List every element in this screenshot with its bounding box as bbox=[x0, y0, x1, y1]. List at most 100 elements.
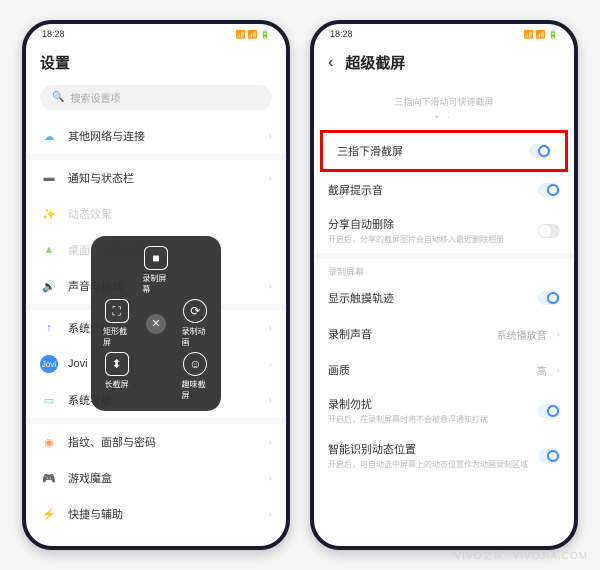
screenshot-settings: 三指向下滑动可快速截屏 • · 三指下滑截屏 截屏提示音 分享自动删除 开启后，… bbox=[314, 81, 574, 546]
chevron-icon: › bbox=[269, 281, 272, 292]
overlay-record-screen[interactable]: ■ 录制屏幕 bbox=[142, 246, 169, 295]
row-smart-detect[interactable]: 智能识别动态位置 开启后，可自动选中屏幕上的动态位置作为动画录制区域 bbox=[314, 433, 574, 478]
row-effects[interactable]: ✨ 动态效果 bbox=[26, 196, 286, 232]
row-notification[interactable]: ▬ 通知与状态栏 › bbox=[26, 160, 286, 196]
status-icons: 📶 📶 🔋 bbox=[524, 30, 558, 39]
overlay-label: 长截屏 bbox=[105, 379, 129, 390]
search-placeholder: 搜索设置项 bbox=[70, 90, 120, 105]
chevron-icon: › bbox=[269, 131, 272, 142]
row-sublabel: 开启后，可自动选中屏幕上的动态位置作为动画录制区域 bbox=[328, 459, 528, 470]
row-label: 截屏提示音 bbox=[328, 182, 528, 198]
bar-icon: ▬ bbox=[40, 169, 58, 187]
nav-icon: ▭ bbox=[40, 391, 58, 409]
chevron-icon: › bbox=[269, 437, 272, 448]
chevron-icon: › bbox=[269, 395, 272, 406]
jovi-icon: Jovi bbox=[40, 355, 58, 373]
row-screenshot-sound[interactable]: 截屏提示音 bbox=[314, 172, 574, 208]
watermark: VIVO之家 -VIVOJIA.COM bbox=[455, 547, 588, 562]
toggle-on-icon[interactable] bbox=[529, 144, 551, 158]
row-record-audio[interactable]: 录制声音 系统播放音 › bbox=[314, 316, 574, 352]
chevron-icon: › bbox=[269, 509, 272, 520]
row-record-dnd[interactable]: 录制勿扰 开启后，在录制屏幕时将不会被悬浮通知打扰 bbox=[314, 388, 574, 433]
mountain-icon: ▲ bbox=[40, 241, 58, 259]
overlay-long-shot[interactable]: ⬍ 长截屏 bbox=[103, 352, 130, 401]
overlay-record-anim[interactable]: ⟳ 录制动画 bbox=[182, 299, 209, 348]
row-sublabel: 开启后，分享的截屏图片会自动移入最近删除相册 bbox=[328, 234, 528, 245]
overlay-label: 矩形截屏 bbox=[103, 326, 130, 348]
bolt-icon: ⚡ bbox=[40, 505, 58, 523]
row-label: 动态效果 bbox=[68, 206, 272, 222]
row-quality[interactable]: 画质 高 › bbox=[314, 352, 574, 388]
row-label: 其他网络与连接 bbox=[68, 128, 259, 144]
toggle-on-icon[interactable] bbox=[538, 183, 560, 197]
row-label: 录制声音 bbox=[328, 326, 487, 342]
overlay-fun-shot[interactable]: ☺ 趣味截屏 bbox=[182, 352, 209, 401]
header: 设置 bbox=[26, 44, 286, 81]
chevron-icon: › bbox=[269, 323, 272, 334]
row-sublabel: 开启后，在录制屏幕时将不会被悬浮通知打扰 bbox=[328, 414, 528, 425]
overlay-label: 趣味截屏 bbox=[182, 379, 209, 401]
header: ‹ 超级截屏 bbox=[314, 44, 574, 81]
toggle-on-icon[interactable] bbox=[538, 404, 560, 418]
row-value: 高 bbox=[537, 363, 547, 378]
status-time: 18:28 bbox=[330, 29, 353, 39]
row-label: 快捷与辅助 bbox=[68, 506, 259, 522]
gesture-hint: 三指向下滑动可快速截屏 • · bbox=[314, 81, 574, 130]
toggle-on-icon[interactable] bbox=[538, 449, 560, 463]
phone-left: 18:28 📶 📶 🔋 设置 🔍 搜索设置项 ☁ 其他网络与连接 › ▬ 通知与… bbox=[22, 20, 290, 550]
toggle-on-icon[interactable] bbox=[538, 291, 560, 305]
toggle-off-icon[interactable] bbox=[538, 224, 560, 238]
long-icon: ⬍ bbox=[105, 352, 129, 376]
row-label: 智能识别动态位置 bbox=[328, 441, 528, 457]
video-icon: ■ bbox=[144, 246, 168, 270]
sparkle-icon: ✨ bbox=[40, 205, 58, 223]
close-icon: ✕ bbox=[146, 314, 166, 334]
game-icon: 🎮 bbox=[40, 469, 58, 487]
highlight-annotation: 三指下滑截屏 bbox=[320, 130, 568, 172]
row-label: 指纹、面部与密码 bbox=[68, 434, 259, 450]
row-label: 游戏魔盒 bbox=[68, 470, 259, 486]
search-icon: 🔍 bbox=[52, 92, 64, 103]
page-title: 设置 bbox=[40, 52, 70, 73]
phone-right: 18:28 📶 📶 🔋 ‹ 超级截屏 三指向下滑动可快速截屏 • · 三指下滑截… bbox=[310, 20, 578, 550]
row-value: 系统播放音 bbox=[497, 327, 547, 342]
back-icon[interactable]: ‹ bbox=[328, 54, 333, 72]
chevron-icon: › bbox=[269, 173, 272, 184]
row-label: 分享自动删除 bbox=[328, 216, 528, 232]
page-title: 超级截屏 bbox=[345, 52, 405, 73]
row-label: 录制勿扰 bbox=[328, 396, 528, 412]
row-share-delete[interactable]: 分享自动删除 开启后，分享的截屏图片会自动移入最近删除相册 bbox=[314, 208, 574, 253]
status-time: 18:28 bbox=[42, 29, 65, 39]
search-input[interactable]: 🔍 搜索设置项 bbox=[40, 85, 272, 110]
screenshot-overlay: ■ 录制屏幕 ⛶ 矩形截屏 ✕ ⟳ 录制动画 ⬍ 长截屏 ☺ 趣味截屏 bbox=[91, 236, 221, 411]
page-dots: • · bbox=[314, 112, 574, 122]
chevron-icon: › bbox=[557, 329, 560, 340]
row-three-finger[interactable]: 三指下滑截屏 bbox=[323, 133, 565, 169]
status-bar: 18:28 📶 📶 🔋 bbox=[314, 24, 574, 44]
hint-text: 三指向下滑动可快速截屏 bbox=[314, 95, 574, 108]
smile-icon: ☺ bbox=[183, 352, 207, 376]
row-shortcut[interactable]: ⚡ 快捷与辅助 › bbox=[26, 496, 286, 532]
overlay-close[interactable]: ✕ bbox=[142, 299, 169, 348]
overlay-rect-shot[interactable]: ⛶ 矩形截屏 bbox=[103, 299, 130, 348]
anim-icon: ⟳ bbox=[183, 299, 207, 323]
chevron-icon: › bbox=[269, 359, 272, 370]
row-label: 三指下滑截屏 bbox=[337, 143, 519, 159]
row-label: 显示触摸轨迹 bbox=[328, 290, 528, 306]
chevron-icon: › bbox=[269, 473, 272, 484]
cloud-icon: ☁ bbox=[40, 127, 58, 145]
row-label: 通知与状态栏 bbox=[68, 170, 259, 186]
overlay-label: 录制动画 bbox=[182, 326, 209, 348]
status-bar: 18:28 📶 📶 🔋 bbox=[26, 24, 286, 44]
row-show-touch[interactable]: 显示触摸轨迹 bbox=[314, 280, 574, 316]
fingerprint-icon: ◉ bbox=[40, 433, 58, 451]
row-other-network[interactable]: ☁ 其他网络与连接 › bbox=[26, 118, 286, 154]
row-biometric[interactable]: ◉ 指纹、面部与密码 › bbox=[26, 424, 286, 460]
row-gamebox[interactable]: 🎮 游戏魔盒 › bbox=[26, 460, 286, 496]
status-icons: 📶 📶 🔋 bbox=[236, 30, 270, 39]
rect-icon: ⛶ bbox=[105, 299, 129, 323]
overlay-label: 录制屏幕 bbox=[142, 273, 169, 295]
arrow-up-icon: ↑ bbox=[40, 319, 58, 337]
row-label: 画质 bbox=[328, 362, 527, 378]
section-header: 录制屏幕 bbox=[314, 259, 574, 280]
